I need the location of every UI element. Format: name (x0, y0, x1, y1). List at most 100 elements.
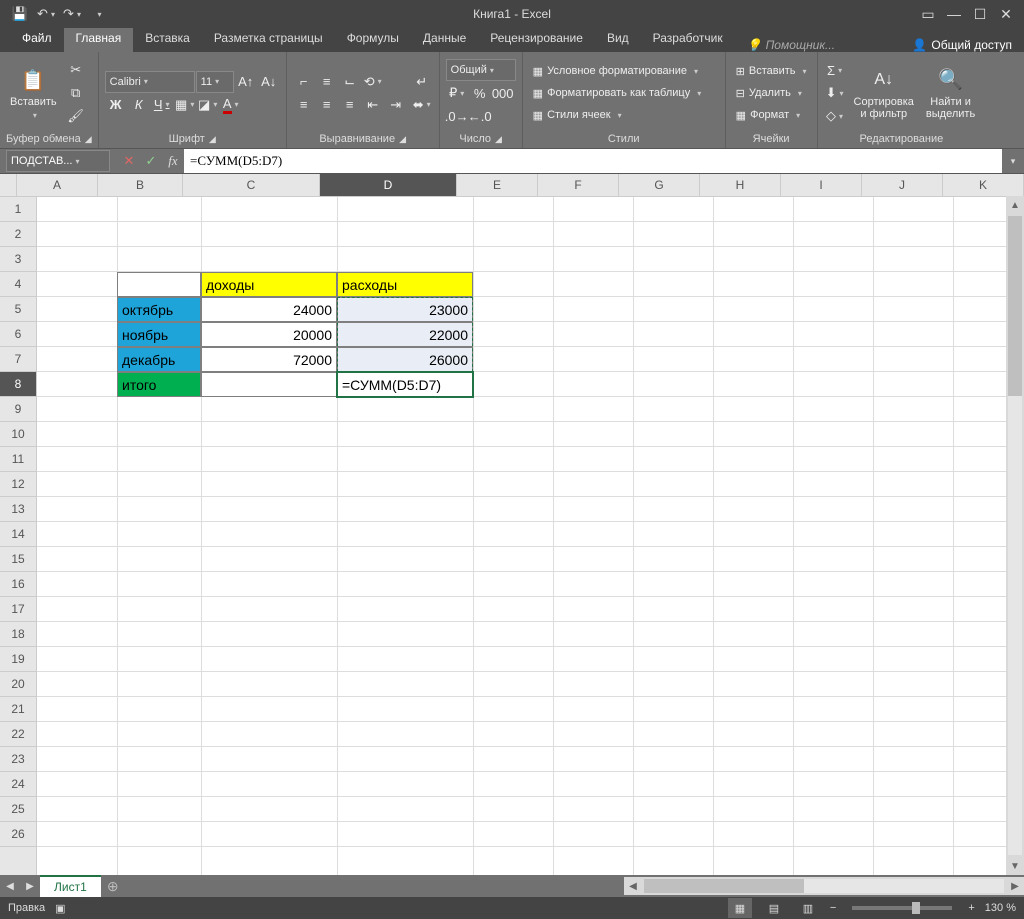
column-header-I[interactable]: I (781, 174, 862, 196)
increase-font-icon[interactable]: A↑ (235, 71, 257, 93)
row-header-7[interactable]: 7 (0, 347, 36, 372)
undo-icon[interactable]: ↶▾ (34, 2, 58, 26)
column-header-J[interactable]: J (862, 174, 943, 196)
underline-button[interactable]: Ч▾ (151, 94, 173, 116)
save-icon[interactable]: 💾 (8, 2, 32, 26)
row-header-19[interactable]: 19 (0, 647, 36, 672)
align-right-icon[interactable]: ≡ (339, 94, 361, 116)
row-header-1[interactable]: 1 (0, 197, 36, 222)
cell-C4[interactable]: доходы (201, 272, 337, 297)
row-header-22[interactable]: 22 (0, 722, 36, 747)
decrease-font-icon[interactable]: A↓ (258, 71, 280, 93)
new-sheet-icon[interactable]: ⊕ (101, 878, 125, 895)
column-header-F[interactable]: F (538, 174, 619, 196)
delete-cells-button[interactable]: ⊟ Удалить▾ (732, 83, 811, 103)
row-header-14[interactable]: 14 (0, 522, 36, 547)
copy-icon[interactable]: ⧉ (65, 82, 87, 104)
row-header-15[interactable]: 15 (0, 547, 36, 572)
row-header-9[interactable]: 9 (0, 397, 36, 422)
expand-formula-bar-icon[interactable]: ▾ (1002, 150, 1024, 172)
percent-icon[interactable]: % (469, 82, 491, 104)
increase-decimal-icon[interactable]: .0→ (446, 105, 468, 127)
cell-D5[interactable]: 23000 (337, 297, 473, 322)
wrap-text-icon[interactable]: ↵ (411, 71, 433, 93)
scroll-left-icon[interactable]: ◀ (624, 877, 642, 895)
qat-customize-icon[interactable]: ▾ (86, 2, 110, 26)
cell-C6[interactable]: 20000 (201, 322, 337, 347)
tab-view[interactable]: Вид (595, 24, 641, 52)
tab-formulas[interactable]: Формулы (335, 24, 411, 52)
cell-C7[interactable]: 72000 (201, 347, 337, 372)
row-header-8[interactable]: 8 (0, 372, 36, 397)
minimize-icon[interactable]: — (942, 2, 966, 26)
autosum-icon[interactable]: Σ▾ (824, 59, 846, 81)
column-header-E[interactable]: E (457, 174, 538, 196)
cell-B8[interactable]: итого (117, 372, 201, 397)
find-select-button[interactable]: 🔍 Найти и выделить (922, 64, 979, 122)
enter-icon[interactable]: ✓ (140, 150, 162, 172)
sheet-nav-next-icon[interactable]: ▶ (20, 875, 40, 897)
italic-button[interactable]: К (128, 94, 150, 116)
cell-D6[interactable]: 22000 (337, 322, 473, 347)
close-icon[interactable]: ✕ (994, 2, 1018, 26)
zoom-level[interactable]: 130 % (985, 902, 1016, 914)
sort-filter-button[interactable]: A↓ Сортировка и фильтр (850, 64, 918, 122)
sheet-nav-prev-icon[interactable]: ◀ (0, 875, 20, 897)
tab-insert[interactable]: Вставка (133, 24, 202, 52)
vscroll-thumb[interactable] (1008, 216, 1022, 396)
row-header-18[interactable]: 18 (0, 622, 36, 647)
conditional-formatting-button[interactable]: ▦ Условное форматирование▾ (529, 61, 706, 81)
column-header-B[interactable]: B (98, 174, 183, 196)
vertical-scrollbar[interactable]: ▲ ▼ (1006, 196, 1024, 875)
comma-icon[interactable]: 000 (492, 82, 514, 104)
column-header-D[interactable]: D (320, 174, 457, 196)
scroll-up-icon[interactable]: ▲ (1006, 196, 1024, 214)
tab-file[interactable]: Файл (10, 24, 64, 52)
row-header-3[interactable]: 3 (0, 247, 36, 272)
dialog-launcher-icon[interactable]: ◢ (209, 134, 216, 144)
view-page-layout-icon[interactable]: ▤ (762, 898, 786, 918)
tab-layout[interactable]: Разметка страницы (202, 24, 335, 52)
ribbon-options-icon[interactable]: ▭ (916, 2, 940, 26)
border-icon[interactable]: ▦▾ (174, 94, 196, 116)
row-header-16[interactable]: 16 (0, 572, 36, 597)
macro-record-icon[interactable]: ▣ (55, 902, 65, 915)
dialog-launcher-icon[interactable]: ◢ (85, 134, 92, 144)
zoom-knob[interactable] (912, 902, 920, 914)
sheet-tab[interactable]: Лист1 (40, 875, 101, 897)
formula-input[interactable] (184, 149, 1002, 173)
dialog-launcher-icon[interactable]: ◢ (495, 134, 502, 144)
name-box[interactable]: ПОДСТАВ...▾ (6, 150, 110, 172)
horizontal-scrollbar[interactable]: ◀ ▶ (624, 877, 1024, 895)
tab-developer[interactable]: Разработчик (641, 24, 735, 52)
format-as-table-button[interactable]: ▦ Форматировать как таблицу▾ (529, 83, 706, 103)
format-painter-icon[interactable]: 🖌 (65, 105, 87, 127)
bold-button[interactable]: Ж (105, 94, 127, 116)
paste-button[interactable]: 📋 Вставить ▾ (6, 64, 61, 121)
tell-me[interactable]: 💡 Помощник... (735, 38, 847, 52)
cell-C8[interactable] (201, 372, 337, 397)
decrease-decimal-icon[interactable]: ←.0 (469, 105, 491, 127)
orientation-icon[interactable]: ⟲▾ (362, 71, 384, 93)
align-top-icon[interactable]: ⌐ (293, 71, 315, 93)
active-cell[interactable]: =СУММ(D5:D7) (336, 371, 474, 398)
fill-color-icon[interactable]: ◪▾ (197, 94, 219, 116)
merge-center-icon[interactable]: ⬌▾ (411, 94, 433, 116)
align-center-icon[interactable]: ≡ (316, 94, 338, 116)
row-header-23[interactable]: 23 (0, 747, 36, 772)
row-header-5[interactable]: 5 (0, 297, 36, 322)
cell-B5[interactable]: октябрь (117, 297, 201, 322)
cell-D4[interactable]: расходы (337, 272, 473, 297)
fill-icon[interactable]: ⬇▾ (824, 82, 846, 104)
align-left-icon[interactable]: ≡ (293, 94, 315, 116)
row-header-2[interactable]: 2 (0, 222, 36, 247)
font-color-icon[interactable]: A▾ (220, 94, 242, 116)
decrease-indent-icon[interactable]: ⇤ (362, 94, 384, 116)
column-header-A[interactable]: A (17, 174, 98, 196)
scroll-down-icon[interactable]: ▼ (1006, 857, 1024, 875)
cells-area[interactable]: доходырасходыоктябрьноябрьдекабрьитого24… (37, 197, 1024, 875)
row-header-6[interactable]: 6 (0, 322, 36, 347)
cancel-icon[interactable]: ✕ (118, 150, 140, 172)
fx-icon[interactable]: fx (162, 150, 184, 172)
column-header-K[interactable]: K (943, 174, 1024, 196)
